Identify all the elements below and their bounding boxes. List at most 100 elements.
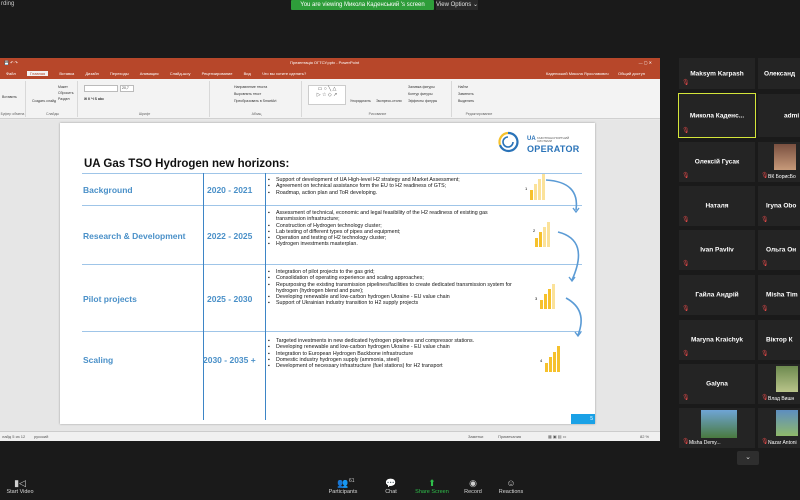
ribbon-group-label: Рисование <box>368 112 387 116</box>
ribbon-group-label: Редактирование <box>465 112 493 116</box>
section-button[interactable]: Раздел <box>58 97 70 101</box>
arrange-button[interactable]: Упорядочить <box>350 99 371 103</box>
menu-home[interactable]: Главная <box>26 71 49 76</box>
reset-button[interactable]: Сбросить <box>58 91 74 95</box>
participant-tile-active[interactable]: Микола Каденс... 🎙 <box>678 93 756 138</box>
participant-tile[interactable]: Олександ <box>758 58 800 89</box>
menu-design[interactable]: Дизайн <box>85 71 98 76</box>
window-controls[interactable]: — ▢ ✕ <box>639 58 652 68</box>
share-button[interactable]: Общий доступ <box>618 68 645 79</box>
bullet-item: Repurposing the existing transmission pi… <box>268 282 518 295</box>
menu-insert[interactable]: Вставка <box>59 71 74 76</box>
participant-name: Олександ <box>764 70 796 77</box>
participant-tile[interactable]: Galyna 🎙 <box>679 364 755 404</box>
text-direction-button[interactable]: Направление текста <box>234 85 267 89</box>
column-divider <box>265 173 266 420</box>
tell-me-search[interactable]: Что вы хотите сделать? <box>262 71 306 76</box>
bullet-item: Roadmap, action plan and ToR developing. <box>268 190 518 197</box>
participant-tile[interactable]: Maryna Kraichyk 🎙 <box>679 320 755 360</box>
participant-tile[interactable]: Віктор К 🎙 <box>758 320 800 360</box>
shape-effects-button[interactable]: Эффекты фигуры <box>408 99 437 103</box>
paste-button[interactable]: Вставить <box>2 95 17 99</box>
find-button[interactable]: Найти <box>458 85 468 89</box>
participant-tile[interactable]: Гайла Андрій 🎙 <box>679 275 755 315</box>
font-name-field[interactable] <box>84 85 118 92</box>
reactions-button[interactable]: ☺ Reactions <box>495 478 527 495</box>
shape-outline-button[interactable]: Контур фигуры <box>408 92 432 96</box>
muted-mic-icon: 🎙 <box>761 173 769 179</box>
row-years-research: 2022 - 2025 <box>207 231 253 241</box>
new-slide-button[interactable]: Создать слайд <box>32 99 56 103</box>
ribbon-font: 20,7 Ж К Ч S abc Шрифт <box>80 81 210 117</box>
participant-tile[interactable]: Наталя 🎙 <box>679 186 755 226</box>
participant-tile[interactable]: 🎙 Misha Demy... <box>679 408 755 448</box>
menu-review[interactable]: Рецензирование <box>202 71 233 76</box>
start-video-button[interactable]: ▮◁ Start Video <box>2 478 38 495</box>
participant-tile[interactable]: Ivan Pavliv 🎙 <box>679 230 755 270</box>
menu-view[interactable]: Вид <box>244 71 251 76</box>
muted-mic-icon: 🎙 <box>761 351 769 357</box>
quick-styles-button[interactable]: Экспресс-стили <box>376 99 402 103</box>
zoom-level[interactable]: 82 % <box>640 432 649 442</box>
notes-button[interactable]: Заметки <box>468 432 483 442</box>
participant-tile[interactable]: admi <box>758 94 800 137</box>
record-button[interactable]: ◉ Record <box>460 478 486 495</box>
ppt-quick-access: 💾 ↶ ↷ <box>4 60 18 65</box>
shape-fill-button[interactable]: Заливка фигуры <box>408 85 435 89</box>
muted-mic-icon: 🎙 <box>682 395 690 401</box>
view-options-button[interactable]: View Options ⌄ <box>436 0 478 10</box>
font-format-buttons[interactable]: Ж К Ч S abc <box>84 97 104 101</box>
row-bullets-scaling: Targeted investments in new dedicated hy… <box>268 338 528 370</box>
bar-number: 1 <box>525 186 528 191</box>
participant-name: ВК БорисБо <box>768 174 796 180</box>
shapes-gallery[interactable]: ▭ ○ ╲ △ ▷ ☆ ◇ ↗ <box>308 85 346 105</box>
row-years-pilot: 2025 - 2030 <box>207 294 253 304</box>
muted-mic-icon: 🎙 <box>761 261 769 267</box>
muted-mic-icon: 🎙 <box>761 395 769 401</box>
layout-button[interactable]: Макет <box>58 85 68 89</box>
participant-name: Влад Вишн <box>768 396 795 402</box>
participant-tile[interactable]: 🎙 ВК БорисБо <box>758 142 800 182</box>
chat-button[interactable]: 💬 Chat <box>378 478 404 495</box>
participant-name: admi <box>784 112 800 119</box>
replace-button[interactable]: Заменить <box>458 92 474 96</box>
bullet-item: Support of Ukrainian industry transition… <box>268 300 518 307</box>
table-divider <box>82 173 582 174</box>
participant-tile[interactable]: Maksym Karpash 🎙 <box>679 58 755 89</box>
muted-mic-icon: 🎙 <box>682 351 690 357</box>
menu-file[interactable]: Файл <box>6 71 16 76</box>
row-name-pilot: Pilot projects <box>83 294 137 304</box>
scroll-down-button[interactable]: ⌄ <box>737 451 759 465</box>
language-indicator[interactable]: русский <box>34 432 48 442</box>
smartart-button[interactable]: Преобразовать в SmartArt <box>234 99 276 103</box>
participant-tile[interactable]: Олексій Гусак 🎙 <box>679 142 755 182</box>
font-size-field[interactable]: 20,7 <box>120 85 134 92</box>
ua-operator-logo-icon <box>498 131 519 153</box>
bar-group-2 <box>535 222 550 247</box>
menu-transitions[interactable]: Переходы <box>110 71 129 76</box>
participant-tile[interactable]: Misha Tim 🎙 <box>758 275 800 315</box>
participant-tile[interactable]: Ольга Он 🎙 <box>758 230 800 270</box>
arrow-curve <box>565 297 582 336</box>
arrow-curve <box>545 179 578 211</box>
participant-tile[interactable]: Iryna Obo 🎙 <box>758 186 800 226</box>
participant-name: Гайла Андрій <box>695 291 739 299</box>
align-text-button[interactable]: Выровнять текст <box>234 92 261 96</box>
participant-tile[interactable]: 🎙 Nazar Antoni <box>758 408 800 448</box>
participant-tile[interactable]: 🎙 Влад Вишн <box>758 364 800 404</box>
share-screen-button[interactable]: ⬆ Share Screen <box>412 478 452 495</box>
participant-name: Misha Demy... <box>689 440 721 446</box>
ppt-status-bar: лайд 5 из 12 русский Заметки Примечания … <box>0 431 660 441</box>
muted-mic-icon: 🎙 <box>761 217 769 223</box>
participant-name: Maksym Karpash <box>690 70 744 77</box>
logo-small-text: ГАЗОТРАНСПОРТНИЙ СИСТЕМИ <box>537 136 570 144</box>
view-buttons[interactable]: ▦ ▣ ▤ ▭ <box>548 432 566 442</box>
comments-button[interactable]: Примечания <box>498 432 521 442</box>
menu-slideshow[interactable]: Слайд-шоу <box>170 71 191 76</box>
bar-number: 3 <box>535 296 538 301</box>
menu-animation[interactable]: Анимация <box>140 71 159 76</box>
ribbon-group-label: Абзац <box>251 112 262 116</box>
participant-name: Ivan Pavliv <box>700 246 734 254</box>
select-button[interactable]: Выделить <box>458 99 474 103</box>
table-divider <box>82 205 582 206</box>
